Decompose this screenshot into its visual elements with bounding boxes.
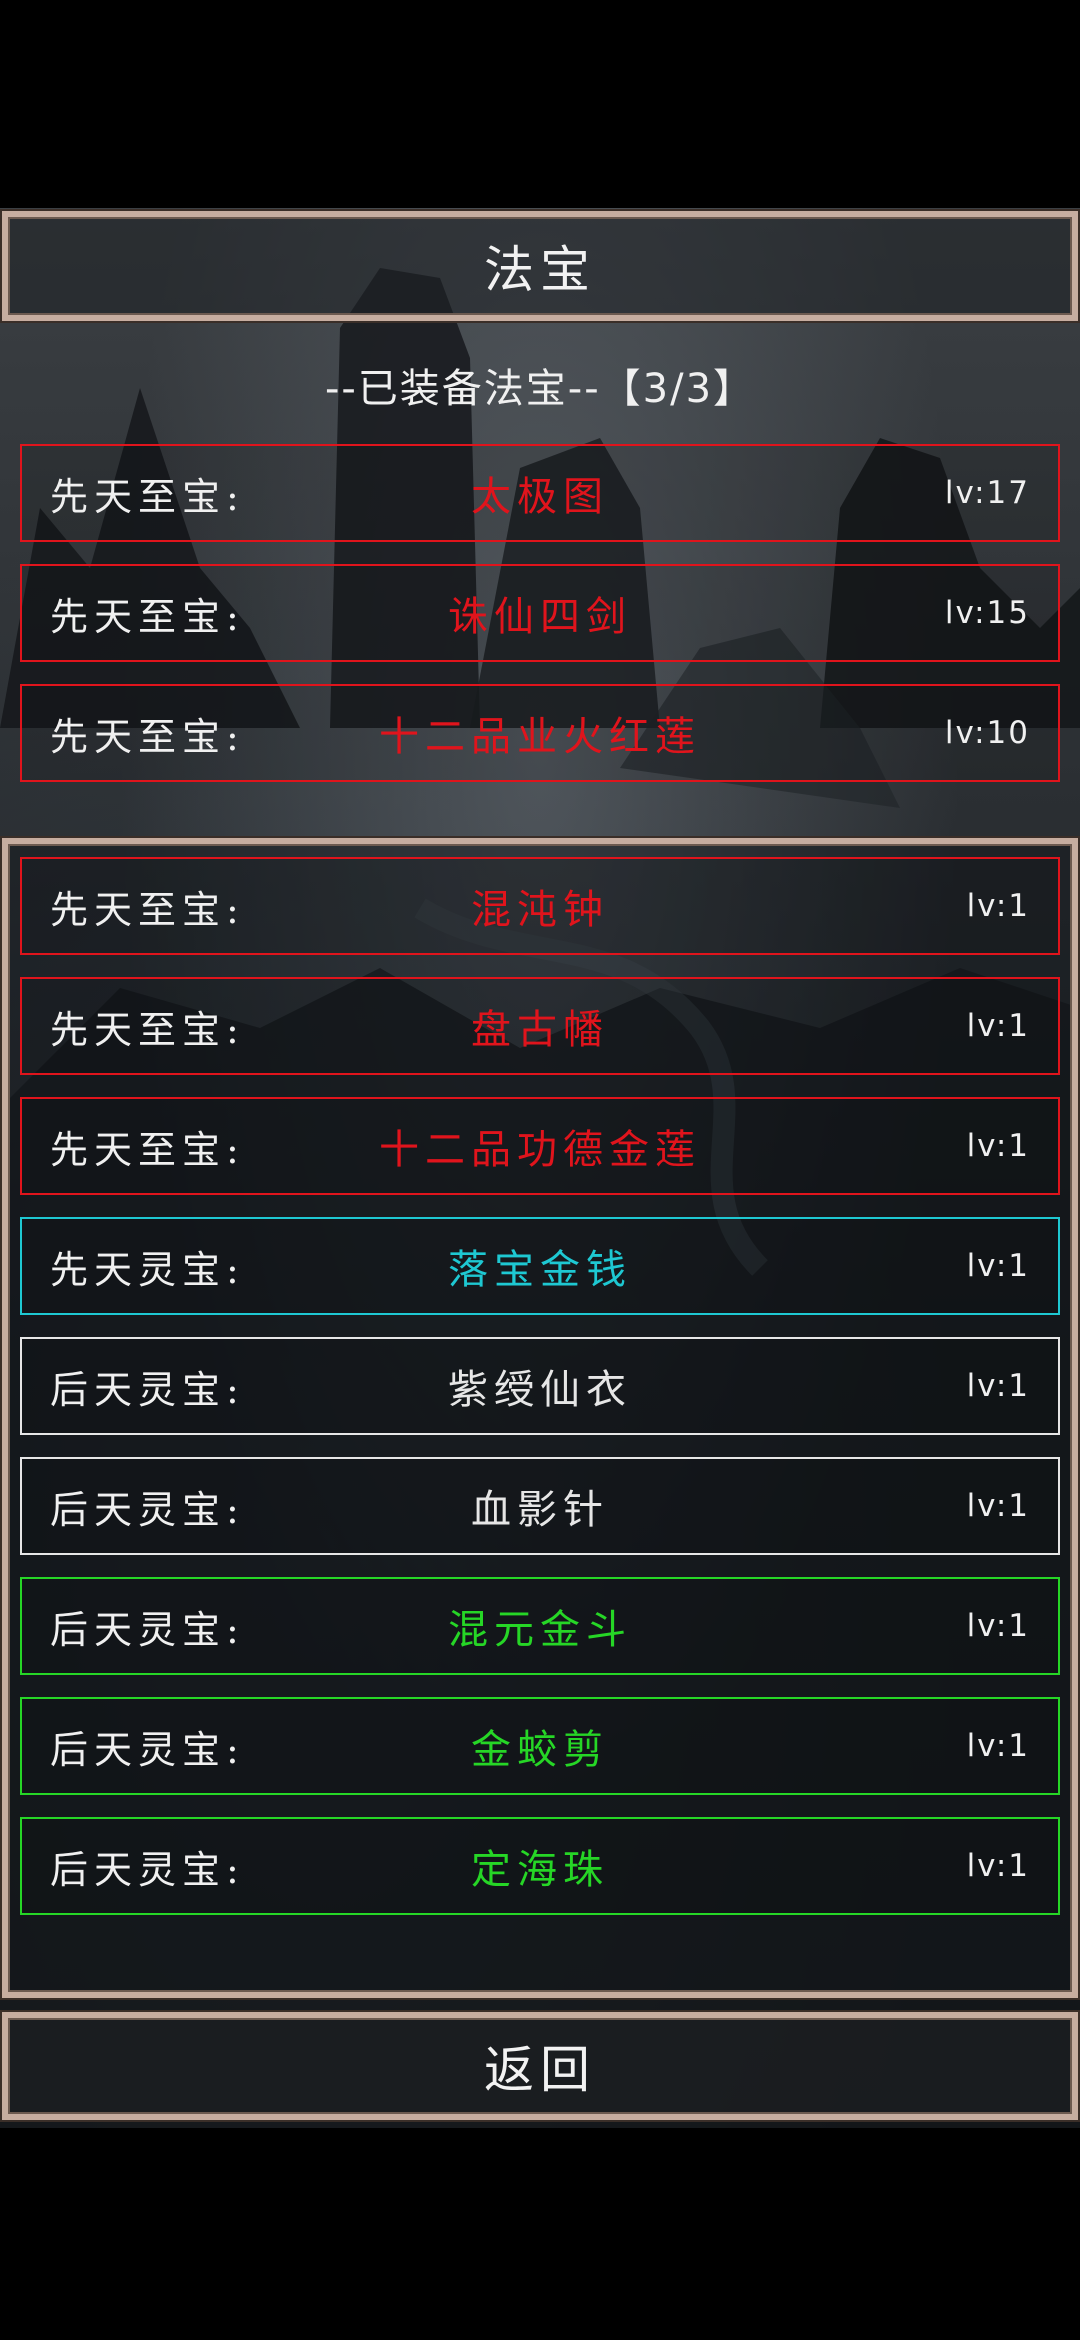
item-category: 先天至宝: <box>50 887 245 932</box>
item-level: lv:1 <box>966 1128 1030 1164</box>
item-level: lv:15 <box>944 595 1030 631</box>
item-category: 先天至宝: <box>50 714 245 759</box>
inventory-item-row[interactable]: 后天灵宝: 金蛟剪 lv:1 <box>20 1697 1060 1795</box>
item-category: 后天灵宝: <box>50 1607 245 1652</box>
inventory-item-row[interactable]: 先天至宝: 十二品功德金莲 lv:1 <box>20 1097 1060 1195</box>
item-category: 后天灵宝: <box>50 1487 245 1532</box>
item-level: lv:17 <box>944 475 1030 511</box>
item-level: lv:1 <box>966 1848 1030 1884</box>
item-category: 后天灵宝: <box>50 1847 245 1892</box>
item-level: lv:1 <box>966 1608 1030 1644</box>
item-category: 先天灵宝: <box>50 1247 245 1292</box>
inventory-item-row[interactable]: 先天灵宝: 落宝金钱 lv:1 <box>20 1217 1060 1315</box>
equipped-item-row[interactable]: 先天至宝: 诛仙四剑 lv:15 <box>20 564 1060 662</box>
item-category: 先天至宝: <box>50 474 245 519</box>
item-level: lv:1 <box>966 1248 1030 1284</box>
item-category: 先天至宝: <box>50 1007 245 1052</box>
back-button-label: 返回 <box>484 2041 596 2099</box>
title-bar: 法宝 <box>2 211 1078 321</box>
item-category: 先天至宝: <box>50 1127 245 1172</box>
inventory-item-row[interactable]: 先天至宝: 盘古幡 lv:1 <box>20 977 1060 1075</box>
equipped-item-row[interactable]: 先天至宝: 十二品业火红莲 lv:10 <box>20 684 1060 782</box>
item-level: lv:10 <box>944 715 1030 751</box>
item-level: lv:1 <box>966 1728 1030 1764</box>
item-level: lv:1 <box>966 888 1030 924</box>
inventory-item-row[interactable]: 后天灵宝: 定海珠 lv:1 <box>20 1817 1060 1915</box>
inventory-item-row[interactable]: 后天灵宝: 紫绶仙衣 lv:1 <box>20 1337 1060 1435</box>
item-category: 先天至宝: <box>50 594 245 639</box>
back-button[interactable]: 返回 <box>2 2012 1078 2120</box>
equipped-header: --已装备法宝--【3/3】 <box>324 366 756 412</box>
item-level: lv:1 <box>966 1008 1030 1044</box>
equipped-item-row[interactable]: 先天至宝: 太极图 lv:17 <box>20 444 1060 542</box>
item-level: lv:1 <box>966 1368 1030 1404</box>
item-level: lv:1 <box>966 1488 1030 1524</box>
item-category: 后天灵宝: <box>50 1367 245 1412</box>
inventory-item-row[interactable]: 后天灵宝: 血影针 lv:1 <box>20 1457 1060 1555</box>
page-title: 法宝 <box>484 241 596 299</box>
item-category: 后天灵宝: <box>50 1727 245 1772</box>
inventory-item-row[interactable]: 先天至宝: 混沌钟 lv:1 <box>20 857 1060 955</box>
inventory-item-row[interactable]: 后天灵宝: 混元金斗 lv:1 <box>20 1577 1060 1675</box>
